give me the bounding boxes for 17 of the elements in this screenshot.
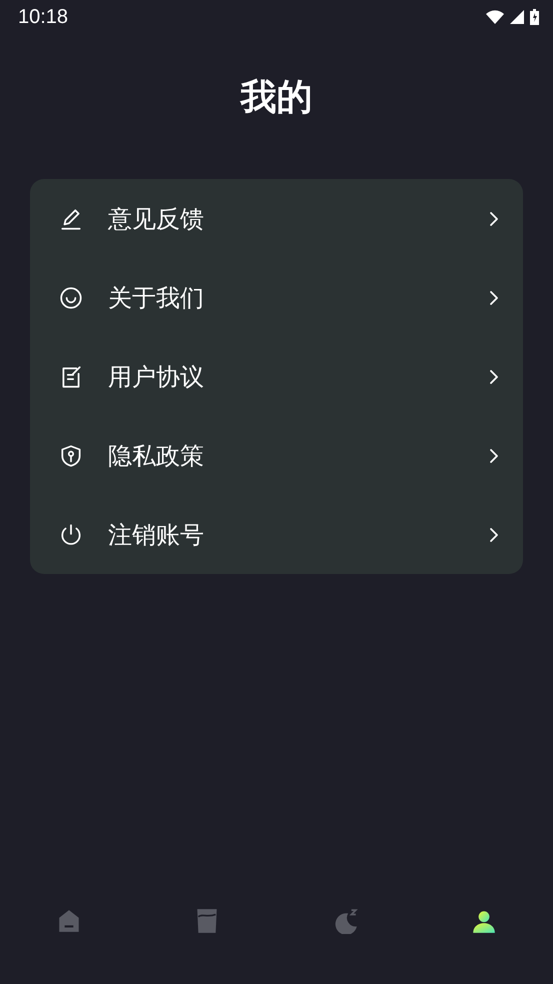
menu-item[interactable]: 注销账号 bbox=[30, 495, 523, 574]
chevron-icon bbox=[489, 448, 499, 464]
smiley-icon bbox=[58, 284, 84, 310]
menu-item[interactable]: 用户协议 bbox=[30, 337, 523, 416]
signal-icon bbox=[510, 10, 524, 24]
page-title: 我的 bbox=[239, 76, 314, 120]
chevron-icon bbox=[489, 526, 499, 542]
menu-item[interactable]: 关于我们 bbox=[30, 258, 523, 337]
menu-item[interactable]: 隐私政策 bbox=[30, 416, 523, 495]
menu-item[interactable]: 意见反馈 bbox=[30, 179, 523, 258]
chevron-icon bbox=[489, 368, 499, 384]
status-time: 10:18 bbox=[18, 6, 68, 28]
chevron-icon bbox=[489, 210, 499, 226]
moon-icon bbox=[332, 908, 359, 934]
battery-icon bbox=[530, 9, 539, 25]
chevron-icon bbox=[489, 290, 499, 306]
wifi-icon bbox=[486, 10, 504, 24]
